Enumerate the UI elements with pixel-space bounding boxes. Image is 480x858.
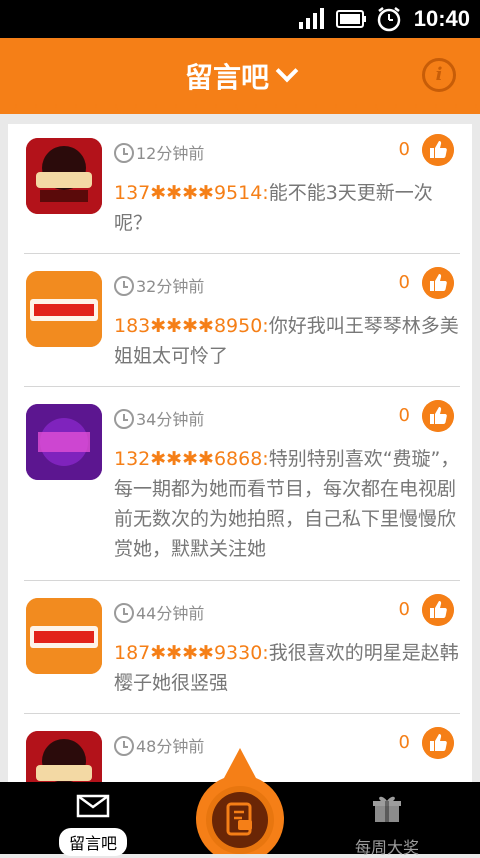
post-text: 132✱✱✱✱6868:特别特别喜欢“费璇”，每一期都为她而看节目，每次都在电视… <box>114 444 464 564</box>
post-time: 34分钟前 <box>114 406 204 429</box>
post-text: 137✱✱✱✱9514:能不能3天更新一次呢？ <box>114 178 464 238</box>
envelope-icon <box>76 794 110 818</box>
status-time: 10:40 <box>413 6 470 31</box>
like-count: 0 <box>398 139 410 160</box>
post-time: 32分钟前 <box>114 273 204 296</box>
like-count: 0 <box>398 272 410 293</box>
message-feed[interactable]: 12分钟前 0 137✱✱✱✱9514:能不能3天更新一次呢？ 32分钟前 0 … <box>8 124 472 784</box>
tab-message-board[interactable]: 留言吧 <box>52 794 134 856</box>
show-logo-avatar[interactable] <box>26 138 102 214</box>
tab-weekly-prize[interactable]: 每周大奖 <box>346 794 428 858</box>
like-count: 0 <box>398 732 410 753</box>
info-icon[interactable]: i <box>422 58 456 92</box>
signal-icon <box>299 8 324 29</box>
alarm-clock-icon <box>377 7 401 32</box>
clock-icon <box>114 736 134 756</box>
clock-icon <box>114 409 134 429</box>
clock-icon <box>114 143 134 163</box>
gift-icon <box>373 796 401 822</box>
chevron-down-icon <box>275 59 299 83</box>
like-count: 0 <box>398 405 410 426</box>
post-time: 44分钟前 <box>114 600 204 623</box>
like-count: 0 <box>398 599 410 620</box>
post-text: 183✱✱✱✱8950:你好我叫王琴琴林多美姐姐太可怜了 <box>114 311 464 371</box>
purple-show-avatar[interactable] <box>26 404 102 480</box>
post-text: 187✱✱✱✱9330:我很喜欢的明星是赵韩樱子她很竖强 <box>114 638 464 698</box>
post-time: 12分钟前 <box>114 140 204 163</box>
post-phone: 183✱✱✱✱8950: <box>114 315 269 337</box>
status-bar: 10:40 <box>0 0 480 38</box>
tab-label: 留言吧 <box>58 828 127 856</box>
thumbs-up-icon[interactable] <box>422 400 454 432</box>
post-phone: 132✱✱✱✱6868: <box>114 448 269 470</box>
compose-message-button[interactable] <box>190 748 290 854</box>
post-phone: 137✱✱✱✱9514: <box>114 182 269 204</box>
list-item: 12分钟前 0 137✱✱✱✱9514:能不能3天更新一次呢？ <box>24 124 460 254</box>
thumbs-up-icon[interactable] <box>422 594 454 626</box>
clock-icon <box>114 603 134 623</box>
app-header: 留言吧 i <box>0 38 480 114</box>
battery-icon <box>336 10 366 28</box>
list-item: 34分钟前 0 132✱✱✱✱6868:特别特别喜欢“费璇”，每一期都为她而看节… <box>24 390 460 581</box>
clock-icon <box>114 276 134 296</box>
tab-label: 每周大奖 <box>354 838 419 857</box>
thumbs-up-icon[interactable] <box>422 267 454 299</box>
post-phone: 187✱✱✱✱9330: <box>114 642 269 664</box>
list-item: 44分钟前 0 187✱✱✱✱9330:我很喜欢的明星是赵韩樱子她很竖强 <box>24 584 460 714</box>
730-avatar[interactable] <box>26 598 102 674</box>
header-title-dropdown[interactable]: 留言吧 <box>0 56 480 96</box>
page-title: 留言吧 <box>184 61 269 94</box>
show-logo-avatar[interactable] <box>26 731 102 784</box>
730-avatar[interactable] <box>26 271 102 347</box>
thumbs-up-icon[interactable] <box>422 727 454 759</box>
thumbs-up-icon[interactable] <box>422 134 454 166</box>
list-item: 32分钟前 0 183✱✱✱✱8950:你好我叫王琴琴林多美姐姐太可怜了 <box>24 257 460 387</box>
header-scallop-edge <box>0 104 480 114</box>
